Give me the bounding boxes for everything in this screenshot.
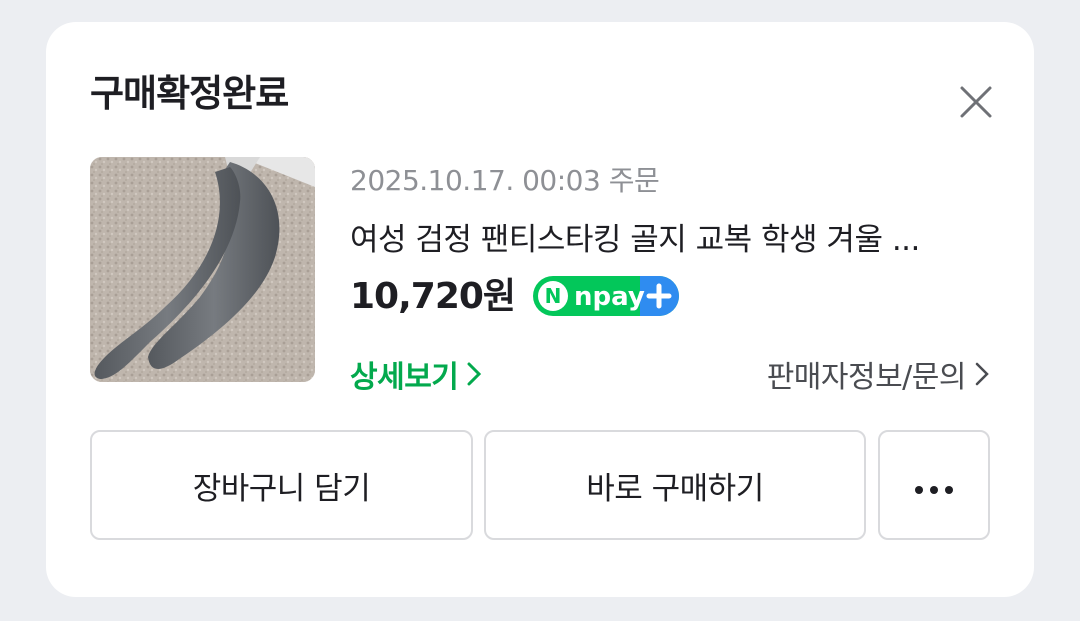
more-icon: [914, 467, 954, 503]
product-name[interactable]: 여성 검정 팬티스타킹 골지 교복 학생 겨울 ...: [350, 219, 990, 261]
product-thumbnail[interactable]: [90, 157, 315, 382]
close-icon[interactable]: [954, 80, 998, 124]
more-options-button[interactable]: [878, 430, 990, 540]
chevron-right-icon: [974, 357, 990, 399]
detail-link[interactable]: 상세보기: [350, 357, 482, 399]
add-to-cart-button[interactable]: 장바구니 담기: [90, 430, 473, 540]
order-date: 2025.10.17. 00:03 주문: [350, 164, 660, 197]
purchase-confirm-card: 구매확정완료 2025.10.17. 00:03 주문 여성 검정 팬티스타킹 …: [46, 22, 1034, 597]
buy-now-button[interactable]: 바로 구매하기: [484, 430, 866, 540]
seller-info-link[interactable]: 판매자정보/문의: [767, 357, 990, 399]
product-price: 10,720원: [350, 276, 516, 317]
npay-badge-text: npay: [574, 282, 645, 312]
buy-now-label: 바로 구매하기: [586, 470, 764, 507]
chevron-right-icon: [466, 357, 482, 399]
npay-plus-badge: N npay: [532, 275, 680, 317]
seller-info-label: 판매자정보/문의: [766, 360, 967, 395]
svg-text:N: N: [545, 284, 562, 308]
dialog-title: 구매확정완료: [90, 72, 289, 115]
detail-link-label: 상세보기: [350, 360, 459, 395]
add-to-cart-label: 장바구니 담기: [192, 470, 371, 507]
